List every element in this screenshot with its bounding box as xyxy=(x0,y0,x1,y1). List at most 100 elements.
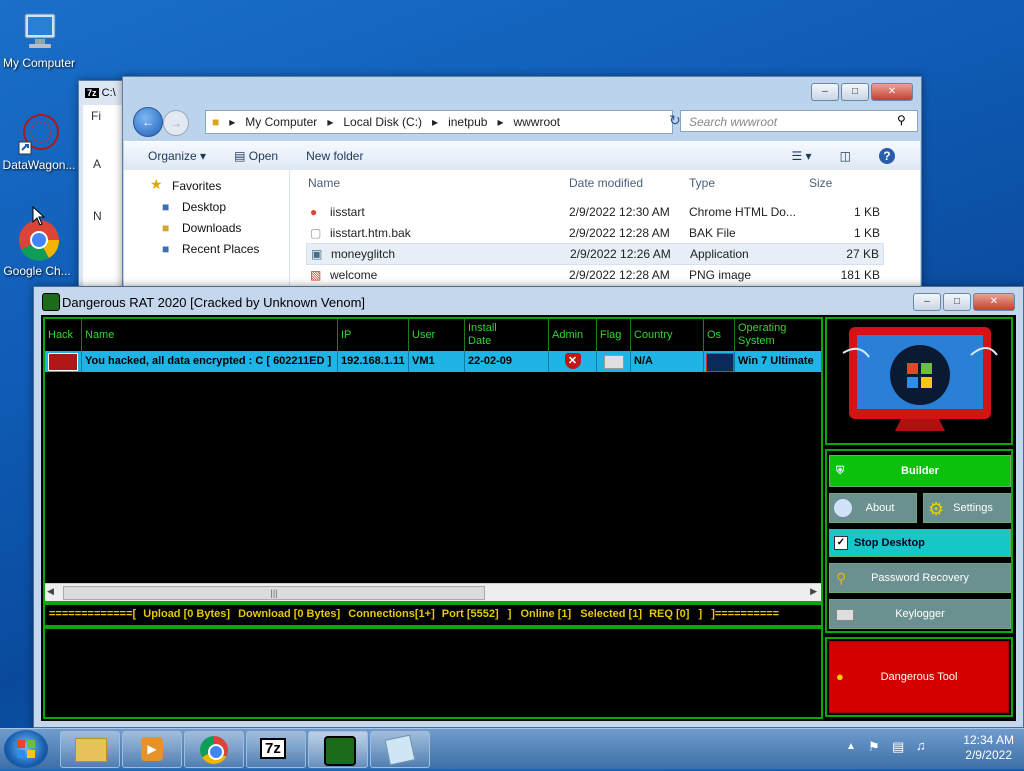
breadcrumb-separator-icon: ▸ xyxy=(497,115,504,129)
navigation-bar: ← → ■ ▸ My Computer ▸ Local Disk (C:) ▸ … xyxy=(131,107,918,137)
client-os: Win 7 Ultimate xyxy=(738,355,814,367)
taskbar: ▶ 7z ▲ ⚑ ▤ ♫ 12:34 AM 2/9/2022 xyxy=(0,728,1024,769)
column-header-ip[interactable]: IP xyxy=(338,319,409,351)
close-button[interactable]: ✕ xyxy=(871,83,913,101)
new-folder-button[interactable]: New folder xyxy=(306,149,363,163)
column-header-country[interactable]: Country xyxy=(631,319,704,351)
about-button[interactable]: About xyxy=(829,493,917,523)
nav-downloads[interactable]: Downloads xyxy=(182,221,241,235)
address-bar[interactable]: ■ ▸ My Computer ▸ Local Disk (C:) ▸ inet… xyxy=(205,110,673,134)
views-icon[interactable]: ☰ ▾ xyxy=(791,149,811,163)
column-header-operating-system[interactable]: Operating System xyxy=(735,319,821,351)
column-header-date[interactable]: Date modified xyxy=(569,176,643,190)
column-header-os[interactable]: Os xyxy=(704,319,735,351)
open-icon: ▤ xyxy=(234,149,246,163)
taskbar-notepad[interactable] xyxy=(370,731,430,768)
maximize-button[interactable]: □ xyxy=(943,293,971,311)
column-header-name[interactable]: Name xyxy=(82,319,338,351)
breadcrumb-item[interactable]: Local Disk (C:) xyxy=(343,115,422,129)
column-header-user[interactable]: User xyxy=(409,319,465,351)
dangerous-tool-button[interactable]: ● Dangerous Tool xyxy=(829,641,1009,713)
media-player-icon: ▶ xyxy=(141,737,163,761)
explorer-window[interactable]: – □ ✕ ← → ■ ▸ My Computer ▸ Local Disk (… xyxy=(122,76,922,293)
breadcrumb-item[interactable]: inetpub xyxy=(448,115,487,129)
breadcrumb-item[interactable]: wwwroot xyxy=(513,115,560,129)
organize-button[interactable]: Organize ▾ xyxy=(148,149,206,163)
column-header-hack[interactable]: Hack xyxy=(45,319,82,351)
status-bar: =============[ Upload [0 Bytes] Download… xyxy=(43,603,823,627)
scroll-right-icon[interactable]: ▶ xyxy=(810,586,817,597)
search-input[interactable]: Search wwwroot xyxy=(680,110,918,132)
search-icon: ⚲ xyxy=(897,113,906,127)
refresh-icon[interactable]: ↻ xyxy=(669,112,681,129)
log-panel[interactable] xyxy=(43,627,823,719)
status-selected: Selected [1] xyxy=(580,608,642,620)
taskbar-media-player[interactable]: ▶ xyxy=(122,731,182,768)
desktop-icon-my-computer[interactable]: My Computer xyxy=(1,10,77,70)
column-header-type[interactable]: Type xyxy=(689,176,715,190)
file-row[interactable]: ▣ moneyglitch 2/9/2022 12:26 AM Applicat… xyxy=(306,243,884,265)
file-size: 181 KB xyxy=(840,268,880,282)
network-icon[interactable]: ▤ xyxy=(892,739,904,755)
file-row[interactable]: ▢ iisstart.htm.bak 2/9/2022 12:28 AM BAK… xyxy=(306,223,884,243)
nav-recent-places[interactable]: Recent Places xyxy=(182,242,259,256)
nav-desktop[interactable]: Desktop xyxy=(182,200,226,214)
column-header-size[interactable]: Size xyxy=(809,176,832,190)
start-button[interactable] xyxy=(4,730,48,768)
column-header-admin[interactable]: Admin xyxy=(549,319,597,351)
chrome-center-icon xyxy=(208,744,224,760)
rat-caption-buttons: – □ ✕ xyxy=(913,293,1015,311)
taskbar-chrome[interactable] xyxy=(184,731,244,768)
preview-pane-icon[interactable]: ◫ xyxy=(840,149,851,163)
keylogger-button[interactable]: Keylogger xyxy=(829,599,1011,629)
status-online: Online [1] xyxy=(520,608,572,620)
minimize-button[interactable]: – xyxy=(913,293,941,311)
maximize-button[interactable]: □ xyxy=(841,83,869,101)
action-center-icon[interactable]: ⚑ xyxy=(868,739,880,755)
taskbar-7zip[interactable]: 7z xyxy=(246,731,306,768)
settings-button[interactable]: ⚙ Settings xyxy=(923,493,1011,523)
desktop-icon-datawagon[interactable]: DataWagon... xyxy=(1,112,77,172)
column-header-flag[interactable]: Flag xyxy=(597,319,631,351)
close-button[interactable]: ✕ xyxy=(973,293,1015,311)
taskbar-explorer[interactable] xyxy=(60,731,120,768)
forward-button[interactable]: → xyxy=(163,110,189,136)
scroll-thumb[interactable]: ||| xyxy=(63,586,485,600)
client-row[interactable]: You hacked, all data encrypted : C [ 602… xyxy=(45,351,821,372)
column-header-name[interactable]: Name xyxy=(308,176,340,190)
password-recovery-button[interactable]: ⚲ Password Recovery xyxy=(829,563,1011,593)
file-size: 27 KB xyxy=(846,247,879,261)
nav-favorites[interactable]: Favorites xyxy=(172,179,221,193)
volume-icon[interactable]: ♫ xyxy=(916,738,926,753)
file-date: 2/9/2022 12:28 AM xyxy=(569,268,670,282)
builder-button[interactable]: ⛨ Builder xyxy=(829,455,1011,487)
open-button[interactable]: ▤ Open xyxy=(234,149,278,163)
mouse-cursor-icon xyxy=(32,205,46,229)
user-icon xyxy=(834,499,852,517)
os-thumbnail-icon xyxy=(704,351,735,372)
rat-window[interactable]: Dangerous RAT 2020 [Cracked by Unknown V… xyxy=(33,286,1024,728)
horizontal-scrollbar[interactable]: ◀ ||| ▶ xyxy=(45,583,821,601)
column-header-install-date[interactable]: Install Date xyxy=(465,319,549,351)
breadcrumb-separator-icon: ▸ xyxy=(432,115,439,129)
favorites-star-icon: ★ xyxy=(150,176,163,192)
users-icon: ● xyxy=(836,669,844,684)
stop-desktop-checkbox[interactable]: ✓ Stop Desktop xyxy=(829,529,1011,557)
tray-expand-icon[interactable]: ▲ xyxy=(846,741,856,752)
breadcrumb-item[interactable]: My Computer xyxy=(245,115,317,129)
windows-logo-icon xyxy=(17,740,35,758)
flag-icon xyxy=(597,351,631,372)
minimize-button[interactable]: – xyxy=(811,83,839,101)
help-icon[interactable]: ? xyxy=(878,148,895,164)
client-grid: Hack Name IP User Install Date Admin Fla… xyxy=(43,317,823,603)
downloads-folder-icon: ■ xyxy=(162,221,170,235)
file-row[interactable]: ▧ welcome 2/9/2022 12:28 AM PNG image 18… xyxy=(306,265,884,285)
file-type: PNG image xyxy=(689,268,752,282)
scroll-left-icon[interactable]: ◀ xyxy=(47,586,54,597)
back-button[interactable]: ← xyxy=(133,107,163,137)
file-row[interactable]: ● iisstart 2/9/2022 12:30 AM Chrome HTML… xyxy=(306,202,884,222)
clock-date: 2/9/2022 xyxy=(965,748,1012,762)
clock[interactable]: 12:34 AM 2/9/2022 xyxy=(963,733,1014,763)
taskbar-rat[interactable] xyxy=(308,731,368,768)
client-ip: 192.168.1.11 xyxy=(338,351,409,372)
